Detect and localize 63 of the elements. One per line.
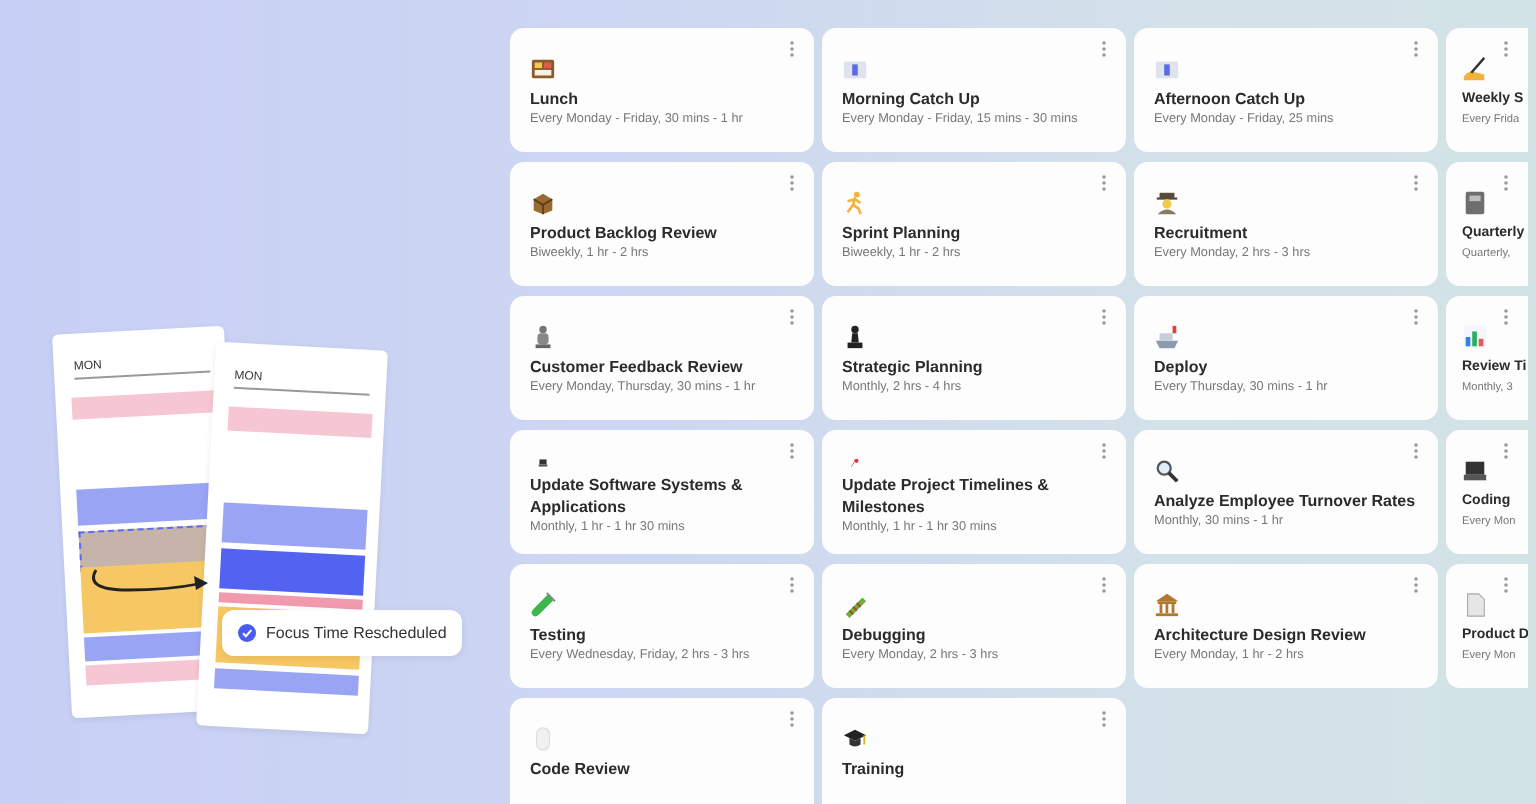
- document-icon: [1462, 592, 1488, 618]
- template-card[interactable]: Training: [822, 698, 1126, 804]
- more-icon[interactable]: [1502, 442, 1510, 460]
- card-title: Product Backlog Review: [530, 222, 719, 244]
- more-icon[interactable]: [1100, 442, 1108, 460]
- more-icon[interactable]: [1100, 174, 1108, 192]
- card-title: Sprint Planning: [842, 222, 963, 244]
- card-title: Afternoon Catch Up: [1154, 88, 1308, 110]
- more-icon[interactable]: [1412, 442, 1420, 460]
- card-title: Code Review: [530, 758, 632, 780]
- card-title: Recruitment: [1154, 222, 1250, 244]
- more-icon[interactable]: [1100, 308, 1108, 326]
- template-card[interactable]: Code Review: [510, 698, 814, 804]
- more-icon[interactable]: [788, 710, 796, 728]
- test-tube-icon: [530, 592, 556, 618]
- check-icon: [238, 624, 256, 642]
- card-title: Strategic Planning: [842, 356, 985, 378]
- calendar-icon: [1154, 56, 1180, 82]
- building-icon: [1154, 592, 1180, 618]
- more-icon[interactable]: [1412, 576, 1420, 594]
- card-title: Deploy: [1154, 356, 1210, 378]
- ship-icon: [1154, 324, 1180, 350]
- card-title: Lunch: [530, 88, 580, 110]
- calendar-icon: [842, 56, 868, 82]
- writing-hand-icon: [1462, 56, 1488, 82]
- computer-mouse-icon: [530, 726, 556, 752]
- card-title: Testing: [530, 624, 588, 646]
- more-icon[interactable]: [1100, 40, 1108, 58]
- card-title: Training: [842, 758, 907, 780]
- more-icon[interactable]: [788, 576, 796, 594]
- more-icon[interactable]: [788, 40, 796, 58]
- magnifier-icon: [1154, 458, 1180, 484]
- more-icon[interactable]: [788, 442, 796, 460]
- card-title: Update Software Systems & Applications: [530, 474, 745, 518]
- bar-chart-icon: [1462, 324, 1488, 350]
- notebook-icon: [1462, 190, 1488, 216]
- laptop-icon: [1462, 458, 1488, 484]
- more-icon[interactable]: [1412, 40, 1420, 58]
- more-icon[interactable]: [1412, 308, 1420, 326]
- package-icon: [530, 190, 556, 216]
- card-title: Update Project Timelines & Milestones: [842, 474, 1051, 518]
- graduation-cap-icon: [842, 726, 868, 752]
- more-icon[interactable]: [1100, 710, 1108, 728]
- card-title: Customer Feedback Review: [530, 356, 745, 378]
- person-with-hat-icon: [1154, 190, 1180, 216]
- more-icon[interactable]: [1502, 174, 1510, 192]
- chess-pawn-icon: [842, 324, 868, 350]
- lunch-box-icon: [530, 56, 556, 82]
- more-icon[interactable]: [788, 174, 796, 192]
- toast-message: Focus Time Rescheduled: [266, 624, 447, 642]
- more-icon[interactable]: [1502, 576, 1510, 594]
- more-icon[interactable]: [1100, 576, 1108, 594]
- card-title: Morning Catch Up: [842, 88, 982, 110]
- more-icon[interactable]: [1502, 40, 1510, 58]
- card-title: Debugging: [842, 624, 928, 646]
- runner-icon: [842, 190, 868, 216]
- figure-icon: [530, 324, 556, 350]
- card-title: Architecture Design Review: [1154, 624, 1368, 646]
- more-icon[interactable]: [1412, 174, 1420, 192]
- more-icon[interactable]: [788, 308, 796, 326]
- more-icon[interactable]: [1502, 308, 1510, 326]
- card-title: Analyze Employee Turnover Rates: [1154, 490, 1418, 512]
- bug-icon: [842, 592, 868, 618]
